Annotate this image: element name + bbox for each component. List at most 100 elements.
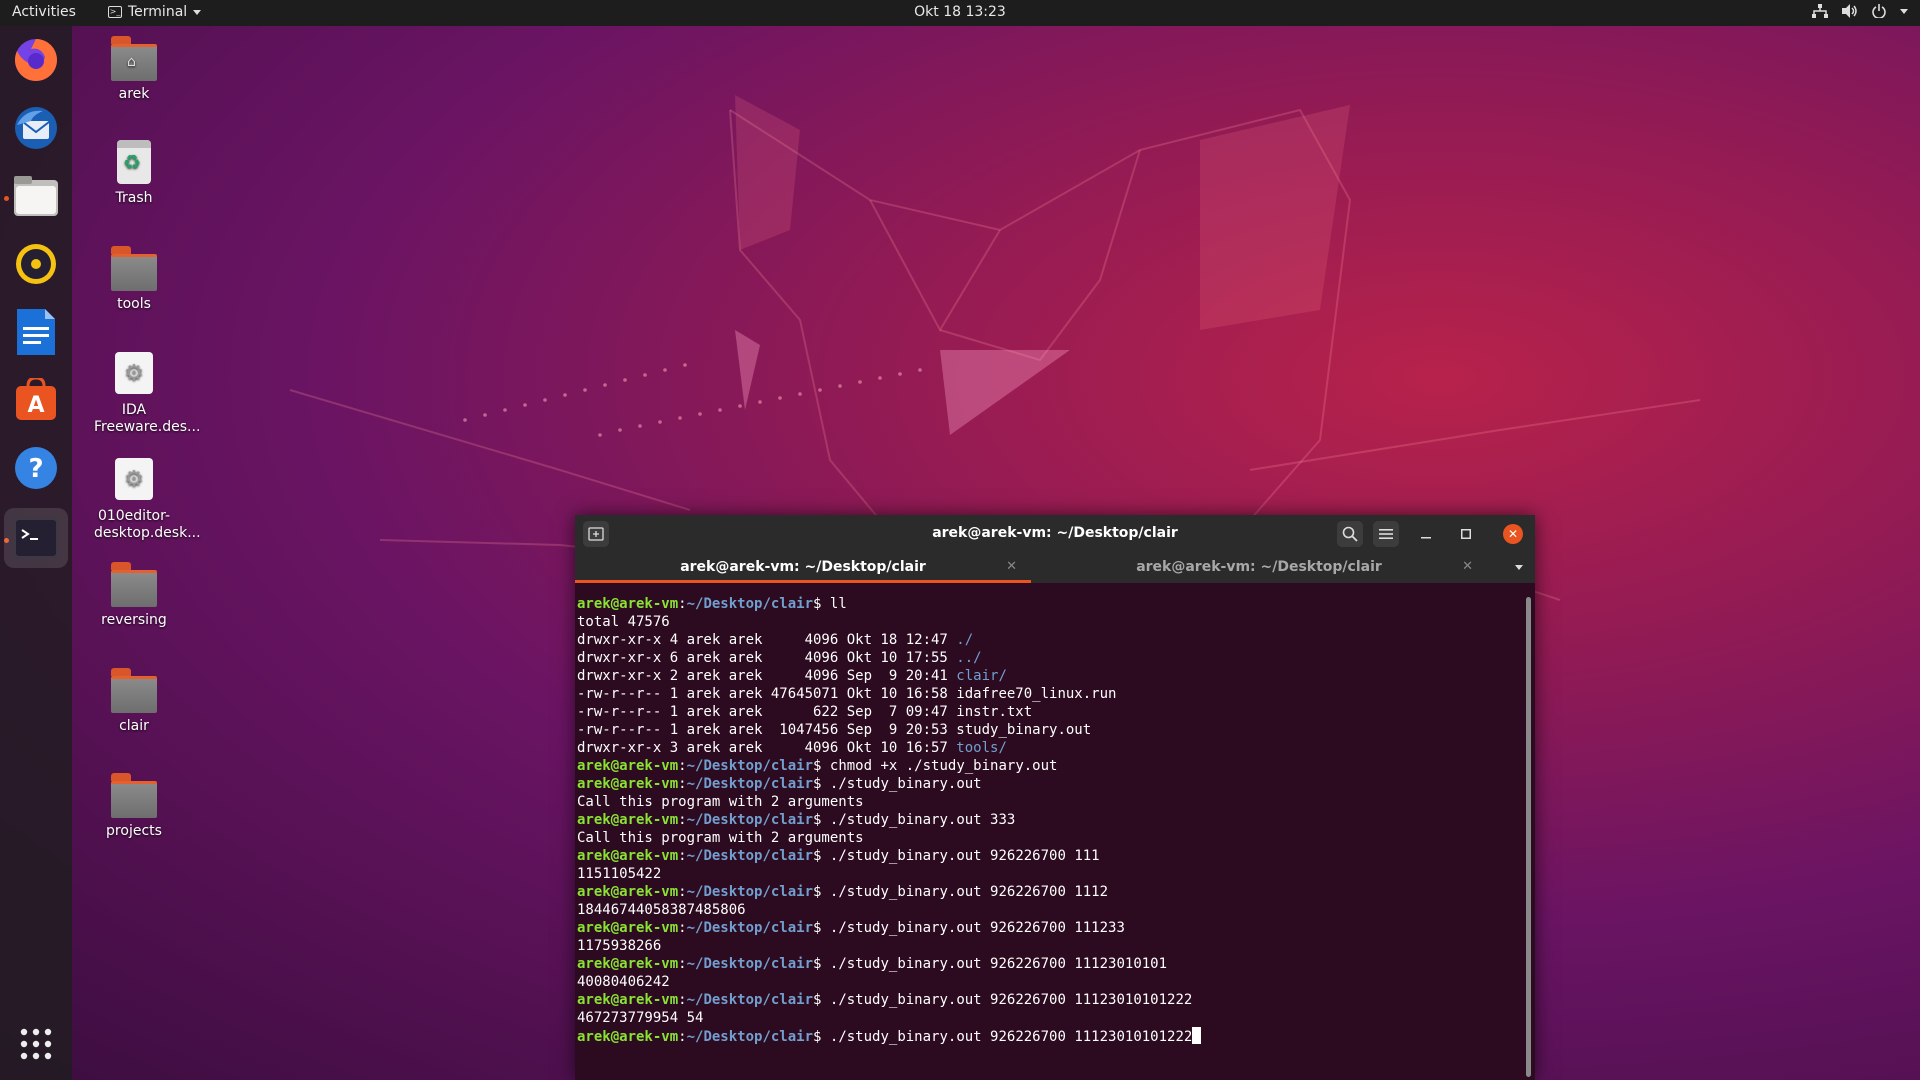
- ls-attributes: drwxr-xr-x 3 arek arek 4096 Okt 10 16:57: [577, 740, 957, 756]
- scrollbar[interactable]: [1526, 597, 1531, 1077]
- show-apps-button[interactable]: [18, 1026, 54, 1066]
- desktop-icon-ida[interactable]: ⚙ IDA Freeware.des...: [94, 352, 200, 436]
- svg-text:A: A: [27, 393, 44, 418]
- folder-icon: [111, 246, 157, 291]
- prompt-path: ~/Desktop/clair: [686, 920, 814, 936]
- volume-icon: [1842, 4, 1857, 18]
- trash-icon: ♻: [111, 140, 157, 184]
- terminal-line: arek@arek-vm:~/Desktop/clair$ ./study_bi…: [577, 848, 1100, 864]
- close-icon[interactable]: ✕: [1006, 553, 1017, 581]
- terminal-line: 1151105422: [577, 865, 1523, 883]
- dock-help[interactable]: ?: [12, 444, 60, 492]
- terminal-titlebar[interactable]: arek@arek-vm: ~/Desktop/clair ✕: [575, 515, 1535, 553]
- command-text: chmod +x ./study_binary.out: [829, 758, 1058, 774]
- dock-rhythmbox[interactable]: [12, 240, 60, 288]
- svg-text:?: ?: [28, 454, 43, 484]
- search-button[interactable]: [1337, 521, 1363, 547]
- terminal-line: arek@arek-vm:~/Desktop/clair$ ./study_bi…: [577, 920, 1125, 936]
- command-text: ./study_binary.out 926226700 11123010101…: [829, 1029, 1193, 1045]
- desktop-icon-010editor[interactable]: ⚙ 010editor-desktop.desk...: [94, 458, 201, 542]
- desktop-icon-arek[interactable]: ⌂ arek: [94, 36, 174, 103]
- desktop-icon-reversing[interactable]: reversing: [94, 562, 174, 629]
- output-text: 40080406242: [577, 974, 670, 990]
- maximize-button[interactable]: [1453, 521, 1479, 547]
- terminal-output[interactable]: arek@arek-vm:~/Desktop/clair$ ll total 47…: [577, 595, 1523, 1080]
- ls-attributes: -rw-r--r-- 1 arek arek 622 Sep 7 09:47: [577, 704, 957, 720]
- terminal-line: drwxr-xr-x 3 arek arek 4096 Okt 10 16:57…: [577, 739, 1523, 757]
- output-text: total 47576: [577, 614, 670, 630]
- power-icon: [1872, 4, 1886, 18]
- activities-button[interactable]: Activities: [12, 4, 76, 20]
- tab-label: arek@arek-vm: ~/Desktop/clair: [1136, 559, 1382, 575]
- dock-software[interactable]: A: [12, 376, 60, 424]
- ls-attributes: -rw-r--r-- 1 arek arek 1047456 Sep 9 20:…: [577, 722, 957, 738]
- ls-name: clair/: [956, 668, 1007, 684]
- output-text: 1151105422: [577, 866, 662, 882]
- dock-terminal[interactable]: [4, 508, 68, 568]
- search-icon: [1342, 526, 1358, 542]
- thunderbird-icon: [15, 107, 57, 149]
- terminal-line: Call this program with 2 arguments: [577, 829, 1523, 847]
- command-text: ./study_binary.out 926226700 111: [829, 848, 1100, 864]
- dock-files[interactable]: [12, 172, 60, 220]
- prompt-user: arek@arek-vm: [577, 596, 679, 612]
- prompt-user: arek@arek-vm: [577, 758, 679, 774]
- desktop-icon-clair[interactable]: clair: [94, 668, 174, 735]
- folder-icon: [111, 668, 157, 713]
- desktop-icon-projects[interactable]: projects: [94, 773, 174, 840]
- terminal-line: -rw-r--r-- 1 arek arek 47645071 Okt 10 1…: [577, 685, 1523, 703]
- system-tray[interactable]: [1812, 4, 1908, 18]
- prompt-path: ~/Desktop/clair: [686, 758, 814, 774]
- terminal-icon: >_: [108, 6, 122, 18]
- prompt-user: arek@arek-vm: [577, 920, 679, 936]
- chevron-down-icon[interactable]: [1515, 565, 1523, 570]
- terminal-icon: [14, 518, 58, 558]
- tab-bar: arek@arek-vm: ~/Desktop/clair ✕ arek@are…: [575, 553, 1535, 583]
- minimize-button[interactable]: [1413, 521, 1439, 547]
- command-text: ll: [829, 596, 847, 612]
- dock-thunderbird[interactable]: [12, 104, 60, 152]
- terminal-line: 40080406242: [577, 973, 1523, 991]
- desktop-icon-label: reversing: [101, 612, 167, 628]
- dock: A ?: [0, 26, 72, 1080]
- app-menu[interactable]: >_ Terminal: [108, 4, 202, 20]
- terminal-line: arek@arek-vm:~/Desktop/clair$ ./study_bi…: [577, 776, 982, 792]
- prompt-path: ~/Desktop/clair: [686, 1029, 814, 1045]
- tab-1[interactable]: arek@arek-vm: ~/Desktop/clair ✕: [575, 553, 1031, 583]
- terminal-window[interactable]: arek@arek-vm: ~/Desktop/clair ✕ arek@are…: [575, 515, 1535, 1080]
- menu-button[interactable]: [1373, 521, 1399, 547]
- folder-icon: [111, 562, 157, 607]
- close-button[interactable]: ✕: [1503, 524, 1523, 544]
- writer-icon: [17, 309, 55, 355]
- ls-name: ../: [956, 650, 982, 666]
- command-text: ./study_binary.out 926226700 111233: [829, 920, 1125, 936]
- output-text: Call this program with 2 arguments: [577, 794, 864, 810]
- command-text: ./study_binary.out 926226700 11123010101: [829, 956, 1168, 972]
- ls-attributes: -rw-r--r-- 1 arek arek 47645071 Okt 10 1…: [577, 686, 957, 702]
- close-icon[interactable]: ✕: [1462, 553, 1473, 581]
- tab-2[interactable]: arek@arek-vm: ~/Desktop/clair ✕: [1031, 553, 1487, 583]
- dock-firefox[interactable]: [12, 36, 60, 84]
- desktop-icon-label: Trash: [115, 190, 153, 206]
- home-folder-icon: ⌂: [111, 36, 157, 81]
- ls-name: tools/: [956, 740, 1007, 756]
- output-text: 467273779954 54: [577, 1010, 704, 1026]
- output-text: 1175938266: [577, 938, 662, 954]
- running-indicator: [4, 196, 9, 201]
- close-icon: ✕: [1507, 527, 1519, 541]
- desktop-icon-trash[interactable]: ♻ Trash: [94, 140, 174, 207]
- command-text: ./study_binary.out 926226700 11123010101…: [829, 992, 1193, 1008]
- terminal-line: arek@arek-vm:~/Desktop/clair$ ll: [577, 596, 847, 612]
- terminal-line: 1175938266: [577, 937, 1523, 955]
- terminal-line: -rw-r--r-- 1 arek arek 1047456 Sep 9 20:…: [577, 721, 1523, 739]
- clock[interactable]: Okt 18 13:23: [914, 4, 1006, 20]
- output-text: Call this program with 2 arguments: [577, 830, 864, 846]
- terminal-line: arek@arek-vm:~/Desktop/clair$ ./study_bi…: [577, 884, 1109, 900]
- desktop-icon-tools[interactable]: tools: [94, 246, 174, 313]
- terminal-line: arek@arek-vm:~/Desktop/clair$ ./study_bi…: [577, 1027, 1523, 1046]
- gear-icon: ⚙: [111, 458, 157, 502]
- dock-writer[interactable]: [12, 308, 60, 356]
- ls-name: instr.txt: [956, 704, 1033, 720]
- app-menu-label: Terminal: [128, 4, 188, 20]
- ls-name: ./: [956, 632, 974, 648]
